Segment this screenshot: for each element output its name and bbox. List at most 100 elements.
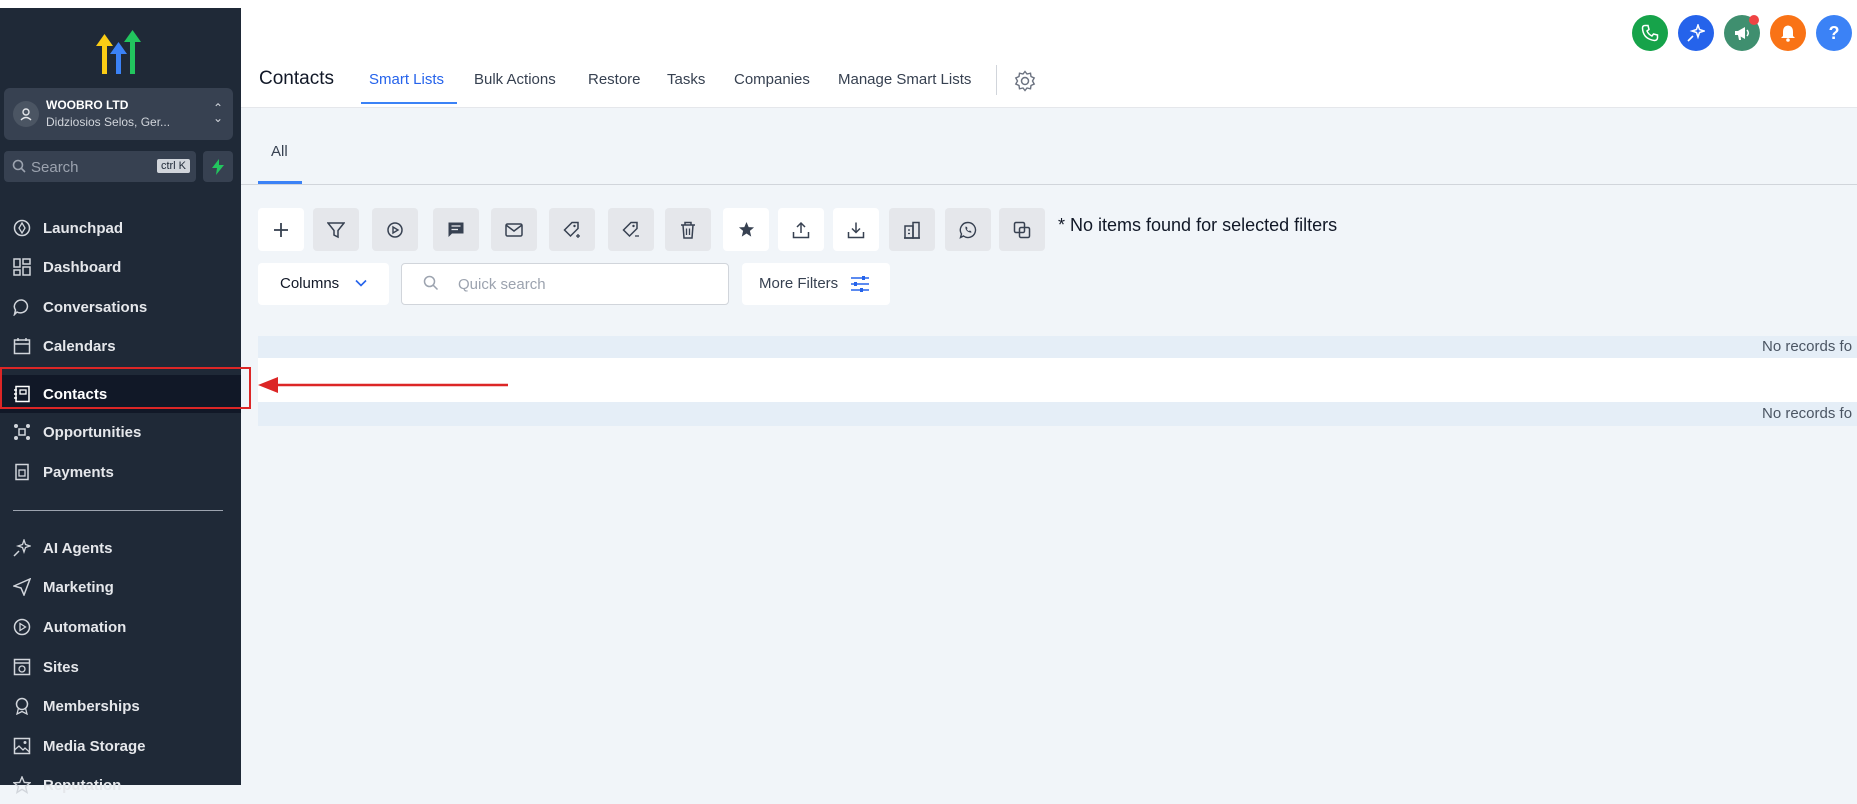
delete-icon — [681, 221, 695, 239]
account-location: Didziosios Selos, Ger... — [46, 115, 171, 129]
sidebar-item-memberships[interactable]: Memberships — [0, 687, 241, 725]
sparkle-icon — [13, 539, 31, 557]
tab-companies[interactable]: Companies — [734, 71, 810, 88]
table-header-row — [258, 336, 1857, 358]
add-to-company-button[interactable] — [889, 208, 935, 251]
whatsapp-button[interactable] — [945, 208, 991, 251]
plus-icon — [274, 222, 288, 237]
sidebar-item-dashboard[interactable]: Dashboard — [0, 248, 241, 286]
table-footer-row — [258, 402, 1857, 426]
add-contact-button[interactable] — [258, 208, 304, 251]
sidebar-item-conversations[interactable]: Conversations — [0, 288, 241, 326]
sidebar-item-launchpad[interactable]: Launchpad — [0, 209, 241, 247]
help-button[interactable]: ? — [1816, 15, 1852, 51]
filter-icon — [327, 221, 345, 238]
bell-icon — [1781, 25, 1795, 42]
active-subtab-indicator — [258, 181, 302, 184]
empty-state-text: No records fo — [1762, 338, 1853, 355]
chat-bubble-icon — [13, 299, 29, 316]
add-to-workflow-button[interactable] — [372, 208, 418, 251]
workflow-icon — [387, 221, 403, 238]
sidebar-item-media-storage[interactable]: Media Storage — [0, 727, 241, 765]
import-button[interactable] — [833, 208, 879, 251]
page-title: Contacts — [259, 68, 334, 89]
send-sms-button[interactable] — [433, 208, 479, 251]
sidebar-search[interactable]: Search ctrl K — [4, 151, 196, 182]
phone-button[interactable] — [1632, 15, 1668, 51]
star-icon — [13, 776, 31, 794]
sparkle-icon — [1687, 24, 1705, 42]
sidebar-item-opportunities[interactable]: Opportunities — [0, 413, 241, 451]
tab-tasks[interactable]: Tasks — [667, 71, 705, 88]
more-filters-button[interactable]: More Filters — [742, 263, 890, 305]
sidebar-item-label: Memberships — [43, 698, 140, 715]
export-icon — [792, 221, 810, 238]
delete-button[interactable] — [665, 208, 711, 251]
badge-icon — [15, 697, 29, 715]
sidebar-item-ai-agents[interactable]: AI Agents — [0, 529, 241, 567]
phone-icon — [1641, 24, 1659, 42]
sidebar-item-label: Launchpad — [43, 220, 124, 237]
sidebar-item-calendars[interactable]: Calendars — [0, 327, 241, 365]
sidebar-item-label: Sites — [43, 659, 79, 676]
location-icon — [13, 101, 39, 127]
company-icon — [904, 221, 920, 239]
sidebar-item-label: Dashboard — [43, 259, 122, 276]
notification-dot — [1749, 15, 1759, 25]
search-shortcut: ctrl K — [156, 159, 190, 173]
sidebar-item-sites[interactable]: Sites — [0, 648, 241, 686]
help-label: ? — [1828, 22, 1840, 43]
tab-restore[interactable]: Restore — [588, 71, 641, 88]
payment-doc-icon — [15, 463, 29, 481]
sidebar-item-reputation[interactable]: Reputation — [0, 766, 241, 804]
sidebar-item-label: Opportunities — [43, 424, 142, 441]
account-name: WOOBRO LTD — [46, 98, 129, 112]
add-tag-icon — [563, 221, 580, 238]
filter-button[interactable] — [313, 208, 359, 251]
gear-icon[interactable] — [1014, 70, 1036, 92]
tab-all[interactable]: All — [271, 143, 288, 160]
send-email-button[interactable] — [491, 208, 537, 251]
sidebar-item-marketing[interactable]: Marketing — [0, 568, 241, 606]
annotation-arrow-icon — [258, 377, 508, 393]
sidebar-item-label: Calendars — [43, 338, 116, 355]
sidebar-item-automation[interactable]: Automation — [0, 608, 241, 646]
annotation-highlight-box — [0, 367, 251, 409]
quick-actions-button[interactable] — [203, 151, 233, 182]
chevron-updown-icon: ⌃ ⌄ — [212, 101, 223, 125]
remove-tag-button[interactable] — [608, 208, 654, 251]
import-icon — [847, 222, 865, 238]
send-icon — [13, 578, 31, 596]
favorite-button[interactable] — [723, 208, 769, 251]
add-tag-button[interactable] — [549, 208, 595, 251]
smart-list-tabs: All — [241, 108, 1857, 185]
quick-search-input[interactable] — [401, 263, 729, 305]
more-filters-label: More Filters — [759, 275, 839, 292]
tab-separator — [996, 65, 997, 95]
columns-label: Columns — [280, 275, 340, 292]
notifications-button[interactable] — [1770, 15, 1806, 51]
account-switcher[interactable]: WOOBRO LTD Didziosios Selos, Ger... ⌃ ⌄ — [4, 88, 233, 140]
grid-icon — [13, 258, 31, 276]
sidebar-divider — [13, 510, 223, 511]
sidebar-item-label: Reputation — [43, 777, 122, 794]
search-icon — [12, 159, 26, 178]
sidebar-item-label: Conversations — [43, 299, 148, 316]
merge-duplicates-button[interactable] — [999, 208, 1045, 251]
announcements-button[interactable] — [1724, 15, 1760, 51]
search-placeholder: Search — [31, 159, 79, 176]
tab-manage-smart-lists[interactable]: Manage Smart Lists — [838, 71, 971, 88]
rocket-icon — [13, 219, 31, 237]
app-logo[interactable] — [96, 30, 142, 74]
calendar-icon — [13, 338, 31, 355]
columns-dropdown[interactable]: Columns — [258, 263, 389, 305]
export-button[interactable] — [778, 208, 824, 251]
sidebar-item-payments[interactable]: Payments — [0, 453, 241, 491]
duplicate-icon — [1013, 221, 1031, 238]
ai-assistant-button[interactable] — [1678, 15, 1714, 51]
tab-smart-lists[interactable]: Smart Lists — [369, 71, 444, 88]
top-header: Contacts Smart Lists Bulk Actions Restor… — [241, 8, 1857, 108]
image-icon — [13, 737, 31, 755]
tab-bulk-actions[interactable]: Bulk Actions — [474, 71, 556, 88]
sidebar-item-label: Payments — [43, 464, 114, 481]
